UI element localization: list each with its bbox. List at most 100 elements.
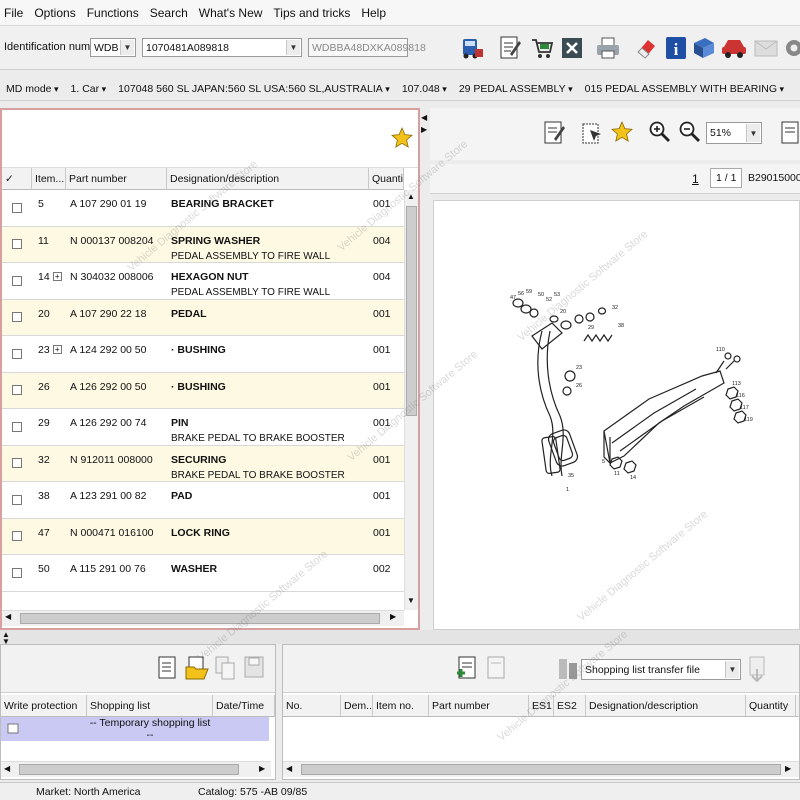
open-folder-icon[interactable] [184,655,210,684]
scroll-right-icon[interactable]: ▶ [259,764,265,773]
menu-whats-new[interactable]: What's New [199,6,263,20]
print-icon[interactable] [594,34,622,62]
row-checkbox[interactable] [12,494,22,505]
splitter-updown-icon[interactable]: ▲ ▼ [2,631,10,646]
menu-functions[interactable]: Functions [87,6,139,20]
settings-gear-icon[interactable] [780,34,800,62]
menu-tips[interactable]: Tips and tricks [273,6,350,20]
transfer-file-select[interactable]: Shopping list transfer file ▼ [581,659,741,680]
document-list-icon[interactable] [780,120,800,149]
row-checkbox[interactable] [12,385,22,396]
hscroll-thumb[interactable] [20,613,380,624]
menu-file[interactable]: File [4,6,23,20]
diagram-callout-29[interactable]: 29 [588,325,594,331]
scroll-up-icon[interactable]: ▲ [407,192,415,201]
table-row[interactable]: 26 A 126 292 00 50 · BUSHING 001 [2,372,404,409]
table-row[interactable]: 11 N 000137 008204 SPRING WASHER PEDAL ASSE… [2,226,404,263]
vertical-scrollbar[interactable]: ▲ ▼ [404,190,418,610]
table-row[interactable]: 23 + A 124 292 00 50 · BUSHING 001 [2,336,404,373]
row-checkbox[interactable] [12,312,22,323]
col-demand[interactable]: Dem... [341,695,373,716]
diagram-callout-53[interactable]: 53 [554,292,560,298]
table-row[interactable]: 14 + N 304032 008006 HEXAGON NUT PEDAL ASSEM… [2,263,404,300]
col-quantity[interactable]: Quantity [369,168,404,189]
scroll-right-icon[interactable]: ▶ [785,764,791,773]
diagram-callout-56[interactable]: 56 [518,291,524,297]
scroll-right-icon[interactable]: ▶ [390,612,396,621]
diagram-callout-11[interactable]: 11 [614,471,620,477]
br-horizontal-scrollbar[interactable]: ◀ ▶ [283,761,799,777]
col-item[interactable]: Item... [32,168,66,189]
diagram-callout-5[interactable]: 5 [602,459,605,465]
col-designation[interactable]: Designation/description [167,168,369,189]
diagram-callout-47[interactable]: 47 [510,295,516,301]
identification-number-select[interactable]: 1070481A089818 ▼ [142,38,302,57]
col-quantity[interactable]: Quantity [746,695,796,716]
table-row[interactable]: 5 A 107 290 01 19 BEARING BRACKET 001 [2,190,404,227]
model-dropdown[interactable]: 107048 560 SL JAPAN:560 SL USA:560 SL,AU… [118,83,390,95]
scroll-left-icon[interactable]: ◀ [4,764,10,773]
cart-icon[interactable] [528,34,556,62]
select-area-icon[interactable] [580,120,604,149]
vehicle-type-select[interactable]: WDB ▼ [90,38,136,57]
table-row[interactable]: 47 N 000471 016100 LOCK RING 001 [2,518,404,555]
col-es2[interactable]: ES2 [554,695,586,716]
col-designation[interactable]: Designation/description [586,695,746,716]
row-checkbox[interactable] [12,202,22,213]
diagram-callout-117[interactable]: 117 [740,405,749,411]
info-icon[interactable]: i [662,34,690,62]
subgroup-dropdown[interactable]: 015 PEDAL ASSEMBLY WITH BEARING [585,83,784,95]
col-part-number[interactable]: Part number [429,695,529,716]
zoom-select[interactable]: 51% ▼ [706,122,762,144]
table-row[interactable]: 20 A 107 290 22 18 PEDAL 001 [2,299,404,336]
col-write-protection[interactable]: Write protection [1,695,87,716]
vehicle-class-dropdown[interactable]: 1. Car [71,83,107,95]
diagram-callout-32[interactable]: 32 [612,305,618,311]
scroll-left-icon[interactable]: ◀ [286,764,292,773]
row-checkbox[interactable] [12,348,22,359]
shopping-list-row[interactable]: -- Temporary shopping list -- [1,717,269,741]
car-search-icon[interactable] [458,34,486,62]
hscroll-thumb[interactable] [301,764,781,775]
edit-note-icon[interactable] [542,120,566,149]
add-to-list-icon[interactable] [455,655,479,684]
scroll-down-icon[interactable]: ▼ [407,596,415,605]
col-part-number[interactable]: Part number [66,168,167,189]
table-row[interactable]: 38 A 123 291 00 82 PAD 001 [2,482,404,519]
scroll-left-icon[interactable]: ◀ [5,612,11,621]
zoom-out-icon[interactable] [678,120,702,147]
md-mode-dropdown[interactable]: MD mode [6,83,59,95]
scroll-thumb[interactable] [406,206,417,416]
diagram-callout-38[interactable]: 38 [618,323,624,329]
horizontal-scrollbar[interactable]: ◀ ▶ [2,610,404,626]
diagram-callout-113[interactable]: 113 [732,381,741,387]
diagram-callout-59[interactable]: 59 [526,289,532,295]
zoom-in-icon[interactable] [648,120,672,147]
splitter-arrows-icon[interactable]: ◀ ▶ [421,112,427,136]
diagram-callout-1[interactable]: 1 [566,487,569,493]
eraser-icon[interactable] [632,34,660,62]
row-checkbox[interactable] [12,275,22,286]
diagram-callout-110[interactable]: 110 [716,347,725,353]
diagram-callout-119[interactable]: 119 [744,417,753,423]
menu-help[interactable]: Help [361,6,386,20]
table-row[interactable]: 32 N 912011 008000 SECURING BRAKE PEDAL TO … [2,445,404,482]
diagram-callout-26[interactable]: 26 [576,383,582,389]
edit-list-icon[interactable] [496,34,524,62]
panel-splitter[interactable]: ▲ ▼ [0,630,800,646]
col-check[interactable]: ✓ [2,168,32,189]
col-no[interactable]: No. [283,695,341,716]
expand-plus-icon[interactable]: + [52,272,62,281]
bl-horizontal-scrollbar[interactable]: ◀ ▶ [1,761,271,777]
menu-options[interactable]: Options [34,6,75,20]
diagram-callout-50[interactable]: 50 [538,292,544,298]
col-date-time[interactable]: Date/Time [213,695,275,716]
diagram-callout-14[interactable]: 14 [630,475,636,481]
favorite-star-icon[interactable] [610,120,634,147]
model-code-dropdown[interactable]: 107.048 [402,83,447,95]
row-checkbox[interactable] [12,421,22,432]
transfer-icon[interactable] [557,657,579,684]
group-dropdown[interactable]: 29 PEDAL ASSEMBLY [459,83,573,95]
row-checkbox[interactable] [12,531,22,542]
diagram-callout-52[interactable]: 52 [546,297,552,303]
